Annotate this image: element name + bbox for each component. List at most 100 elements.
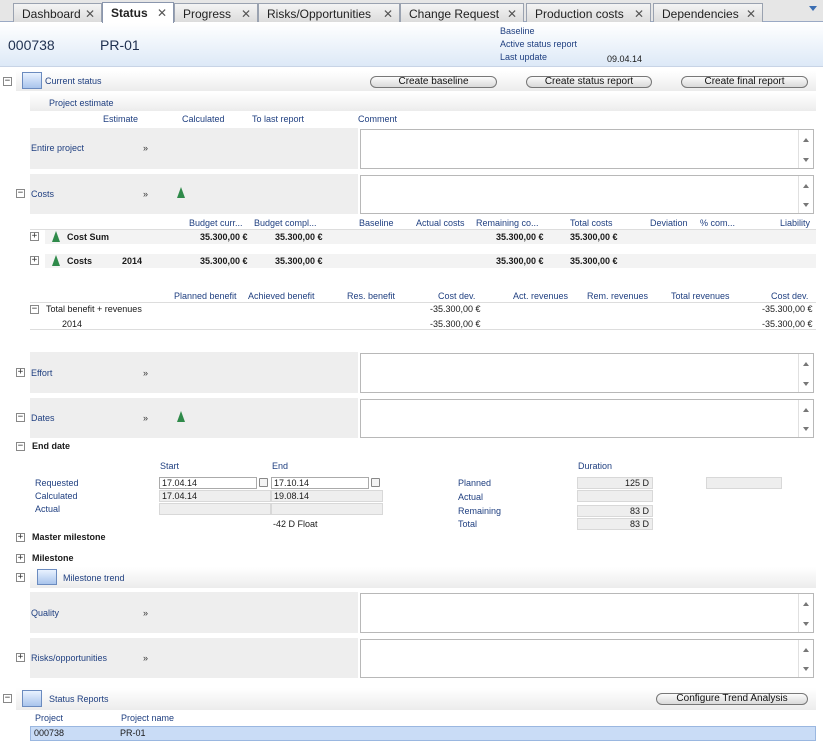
scrollbar[interactable] [798,640,813,677]
status-triangle-icon [177,411,185,422]
project-number: 000738 [8,37,55,53]
deviation-field [706,477,782,489]
scroll-up-icon[interactable] [803,408,809,412]
float-value: -42 D Float [273,519,318,529]
close-icon[interactable]: ✕ [507,7,517,21]
col-project-name: Project name [121,713,175,723]
col-baseline: Baseline [359,218,394,228]
effort-comment[interactable] [360,353,814,393]
scroll-down-icon[interactable] [803,203,809,207]
collapse-dates[interactable]: − [16,413,25,422]
total-benefit-label: Total benefit + revenues [46,304,142,314]
tab-menu-arrow-icon[interactable] [809,6,817,11]
costs-row [30,174,358,214]
create-baseline-button[interactable]: Create baseline [370,76,497,88]
expand-milestone[interactable]: + [16,554,25,563]
tab-dashboard[interactable]: Dashboard ✕ [13,3,102,22]
close-icon[interactable]: ✕ [746,7,756,21]
expand-chevron-icon[interactable]: » [143,143,148,153]
status-reports-icon [22,690,42,707]
expand-chevron-icon[interactable]: » [143,653,148,663]
table-row[interactable] [45,230,816,244]
requested-end-field[interactable]: 17.10.14 [271,477,369,489]
table-row[interactable] [45,254,816,268]
expand-chevron-icon[interactable]: » [143,189,148,199]
scroll-up-icon[interactable] [803,648,809,652]
expand-costs-2014[interactable]: + [30,256,39,265]
status-report-icon [22,72,42,89]
status-triangle-icon [52,255,60,266]
close-icon[interactable]: ✕ [85,7,95,21]
quality-comment[interactable] [360,593,814,633]
scroll-up-icon[interactable] [803,184,809,188]
expand-risks[interactable]: + [16,653,25,662]
create-final-report-button[interactable]: Create final report [681,76,808,88]
end-date-label: End date [32,441,71,451]
collapse-status-reports[interactable]: − [3,694,12,703]
col-budget-compl: Budget compl... [254,218,317,228]
col-achieved-benefit: Achieved benefit [248,291,315,301]
tab-dependencies[interactable]: Dependencies ✕ [653,3,763,22]
entire-project-comment[interactable] [360,129,814,169]
col-end: End [272,461,289,471]
scroll-up-icon[interactable] [803,138,809,142]
expand-chevron-icon[interactable]: » [143,413,148,423]
collapse-current-status[interactable]: − [3,77,12,86]
create-status-report-button[interactable]: Create status report [526,76,652,88]
master-milestone-label: Master milestone [32,532,106,542]
expand-milestone-trend[interactable]: + [16,573,25,582]
col-cost-dev: Cost dev. [438,291,476,301]
close-icon[interactable]: ✕ [157,6,167,20]
calendar-icon[interactable] [371,478,380,487]
col-res-benefit: Res. benefit [347,291,396,301]
remaining-duration: 83 D [577,505,653,517]
scrollbar[interactable] [798,400,813,437]
planned-label: Planned [458,478,492,488]
risks-comment[interactable] [360,639,814,678]
report-project: 000738 [34,728,65,738]
expand-chevron-icon[interactable]: » [143,368,148,378]
costs-row-budget-curr: 35.300,00 € [200,256,248,266]
scrollbar[interactable] [798,594,813,632]
tab-progress[interactable]: Progress ✕ [174,3,258,22]
scroll-down-icon[interactable] [803,667,809,671]
scroll-up-icon[interactable] [803,362,809,366]
expand-cost-sum[interactable]: + [30,232,39,241]
col-total-revenues: Total revenues [671,291,730,301]
close-icon[interactable]: ✕ [241,7,251,21]
tab-status[interactable]: Status ✕ [102,2,174,23]
scroll-down-icon[interactable] [803,622,809,626]
cost-sum-label: Cost Sum [67,232,110,242]
calendar-icon[interactable] [259,478,268,487]
col-duration: Duration [578,461,613,471]
collapse-costs[interactable]: − [16,189,25,198]
scrollbar[interactable] [798,176,813,213]
table-row[interactable] [30,316,816,330]
expand-chevron-icon[interactable]: » [143,608,148,618]
configure-trend-analysis-button[interactable]: Configure Trend Analysis [656,693,808,705]
requested-start-field[interactable]: 17.04.14 [159,477,257,489]
expand-effort[interactable]: + [16,368,25,377]
col-planned-benefit: Planned benefit [174,291,237,301]
collapse-total-benefit[interactable]: − [30,305,39,314]
scroll-down-icon[interactable] [803,382,809,386]
tab-production-costs[interactable]: Production costs ✕ [526,3,651,22]
costs-comment[interactable] [360,175,814,214]
col-budget-curr: Budget curr... [189,218,243,228]
tab-change-request[interactable]: Change Request ✕ [400,3,524,22]
dates-comment[interactable] [360,399,814,438]
tab-risks-opportunities[interactable]: Risks/Opportunities ✕ [258,3,400,22]
scroll-down-icon[interactable] [803,427,809,431]
benefit-year-cost-dev: -35.300,00 € [430,319,481,329]
collapse-end-date[interactable]: − [16,442,25,451]
scrollbar[interactable] [798,130,813,168]
costs-row-remaining: 35.300,00 € [496,256,544,266]
scrollbar[interactable] [798,354,813,392]
close-icon[interactable]: ✕ [634,7,644,21]
expand-master-milestone[interactable]: + [16,533,25,542]
costs-row-budget-compl: 35.300,00 € [275,256,323,266]
scroll-up-icon[interactable] [803,602,809,606]
close-icon[interactable]: ✕ [383,7,393,21]
table-row[interactable] [30,726,816,741]
scroll-down-icon[interactable] [803,158,809,162]
